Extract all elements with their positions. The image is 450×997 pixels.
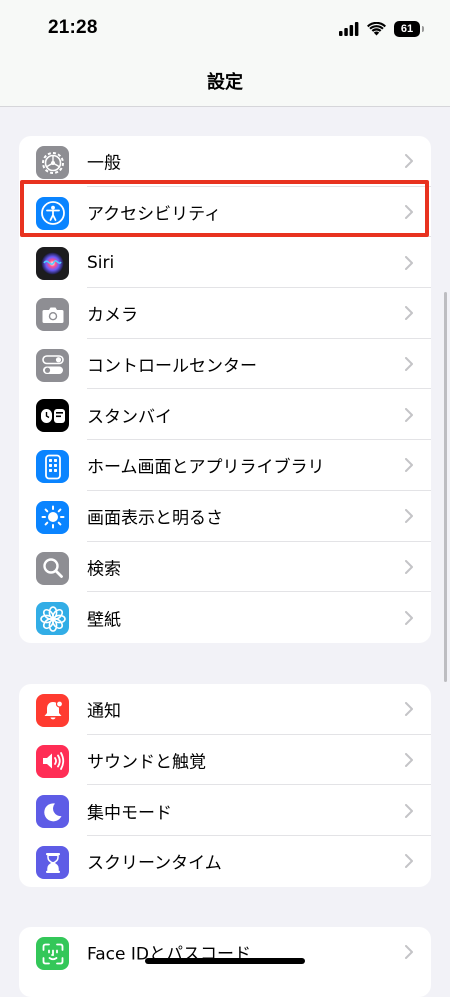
speaker-icon	[36, 744, 69, 778]
settings-row-standby[interactable]: スタンバイ	[19, 389, 431, 441]
settings-row-sounds-haptics[interactable]: サウンドと触覚	[19, 735, 431, 786]
settings-row-focus[interactable]: 集中モード	[19, 785, 431, 837]
chevron-right-icon	[405, 255, 413, 270]
chevron-right-icon	[405, 205, 413, 220]
chevron-right-icon	[405, 753, 413, 768]
standby-icon	[36, 399, 69, 433]
settings-row-label: スタンバイ	[87, 407, 172, 428]
settings-row-control-center[interactable]: コントロールセンター	[19, 339, 431, 390]
signal-icon	[339, 22, 359, 36]
moon-icon	[36, 795, 69, 829]
settings-row-accessibility[interactable]: アクセシビリティ	[19, 187, 431, 238]
status-and-nav-bar: 21:28 61 設定	[0, 0, 450, 107]
settings-row-label: 集中モード	[87, 803, 172, 824]
settings-row-label: コントロールセンター	[87, 356, 257, 377]
chevron-right-icon	[405, 154, 413, 169]
bell-icon	[36, 694, 69, 727]
settings-row-screen-time[interactable]: スクリーンタイム	[19, 836, 431, 887]
chevron-right-icon	[405, 458, 413, 473]
faceid-icon	[36, 937, 69, 970]
chevron-right-icon	[405, 559, 413, 574]
page-title: 設定	[207, 72, 243, 93]
chevron-right-icon	[405, 306, 413, 321]
settings-row-label: 検索	[87, 559, 121, 580]
gear-icon	[36, 146, 69, 179]
chevron-right-icon	[405, 803, 413, 818]
settings-row-face-id[interactable]: Face IDとパスコード	[19, 927, 431, 978]
chevron-right-icon	[405, 509, 413, 524]
settings-row-label: スクリーンタイム	[87, 853, 222, 874]
status-icons: 61	[339, 19, 424, 39]
home-screen-icon	[36, 450, 69, 484]
settings-row-label: サウンドと触覚	[87, 752, 206, 773]
wallpaper-flower-icon	[36, 602, 69, 636]
wifi-icon	[367, 22, 386, 36]
scrollbar[interactable]	[444, 292, 447, 682]
chevron-right-icon	[405, 357, 413, 372]
toggles-icon	[36, 348, 69, 382]
settings-row-label: 一般	[87, 153, 121, 174]
brightness-icon	[36, 500, 69, 534]
settings-row-search[interactable]: 検索	[19, 542, 431, 593]
settings-row-label: ホーム画面とアプリライブラリ	[87, 457, 325, 478]
chevron-right-icon	[405, 407, 413, 422]
settings-row-home-screen[interactable]: ホーム画面とアプリライブラリ	[19, 440, 431, 491]
home-indicator[interactable]	[145, 958, 305, 964]
status-time: 21:28	[48, 17, 98, 38]
search-icon	[36, 551, 69, 585]
settings-row-label: 画面表示と明るさ	[87, 508, 223, 529]
settings-row-label: Siri	[87, 252, 115, 273]
chevron-right-icon	[405, 610, 413, 625]
chevron-right-icon	[405, 945, 413, 960]
accessibility-icon	[36, 196, 69, 230]
settings-row-camera[interactable]: カメラ	[19, 288, 431, 339]
settings-row-label: 通知	[87, 701, 121, 722]
settings-row-siri[interactable]: Siri	[19, 237, 431, 289]
settings-group-2: 通知 サウンドと触覚 集中モード スクリーンタイム	[19, 684, 431, 887]
camera-icon	[36, 298, 69, 332]
settings-row-label: 壁紙	[87, 610, 121, 631]
chevron-right-icon	[405, 854, 413, 869]
settings-row-notifications[interactable]: 通知	[19, 684, 431, 735]
settings-row-display-brightness[interactable]: 画面表示と明るさ	[19, 491, 431, 542]
hourglass-icon	[36, 846, 69, 880]
battery-icon: 61	[394, 21, 424, 37]
settings-row-label: アクセシビリティ	[87, 204, 222, 225]
settings-row-general[interactable]: 一般	[19, 136, 431, 187]
battery-level: 61	[400, 23, 414, 35]
settings-row-label: カメラ	[87, 305, 138, 326]
chevron-right-icon	[405, 702, 413, 717]
siri-icon	[36, 247, 69, 281]
settings-row-wallpaper[interactable]: 壁紙	[19, 592, 431, 643]
settings-group-1: 一般 アクセシビリティ Siri カメラ コントロールセンター スタンバイ ホー…	[19, 136, 431, 643]
